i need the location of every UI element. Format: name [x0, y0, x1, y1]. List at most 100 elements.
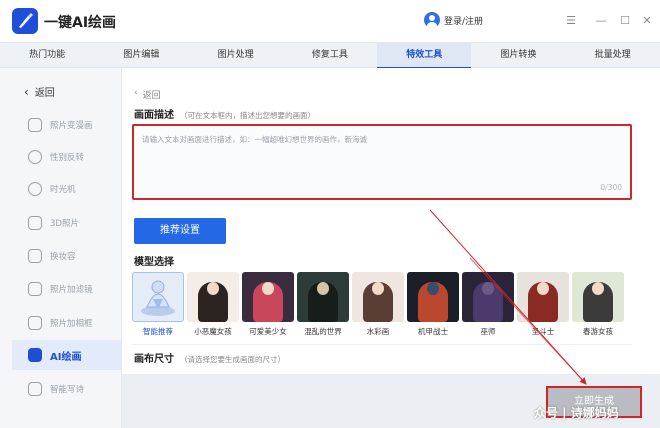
sidebar-item-label: 照片加相框: [50, 319, 93, 329]
model-thumbnail: [462, 272, 514, 322]
model-name: 小恶魔女孩: [194, 327, 232, 336]
sidebar-item-label: 时光机: [50, 185, 76, 195]
3d-photo-icon: [28, 216, 42, 230]
portrait-face: [427, 282, 439, 295]
model-card-saint-warrior[interactable]: 圣斗士: [517, 272, 569, 340]
ai-paint-icon: [28, 348, 42, 362]
filter-icon: [28, 282, 42, 296]
model-thumbnail: [187, 272, 239, 322]
portrait-face: [262, 282, 274, 295]
sidebar-item-photo-to-comic[interactable]: 照片变漫画: [12, 110, 122, 140]
model-card-little-devil-girl[interactable]: 小恶魔女孩: [187, 272, 239, 340]
model-name: 圣斗士: [531, 327, 555, 336]
portrait-face: [592, 282, 604, 295]
tab-effects-tools[interactable]: 特效工具: [377, 43, 472, 69]
tab-image-process[interactable]: 图片处理: [189, 43, 283, 69]
sidebar-item-label: AI绘画: [50, 351, 82, 363]
description-hint: （可在文本框内，描述出您想要的画面）: [180, 111, 315, 120]
tab-repair-tools[interactable]: 修复工具: [283, 43, 377, 69]
char-counter: 0/300: [600, 183, 622, 192]
portrait-face: [317, 282, 329, 295]
app-title: 一键AI绘画: [44, 15, 117, 31]
login-link[interactable]: 登录/注册: [424, 12, 483, 28]
maximize-icon[interactable]: ☐: [618, 14, 632, 28]
model-section-title: 模型选择: [134, 257, 174, 268]
model-card-spring-outing-girl[interactable]: 春游女孩: [572, 272, 624, 340]
model-thumbnail: [352, 272, 404, 322]
portrait-face: [207, 282, 219, 295]
login-label: 登录/注册: [444, 16, 484, 27]
sidebar-item-ai-paint[interactable]: AI绘画: [12, 340, 122, 370]
model-thumbnail: [242, 272, 294, 322]
canvas-section-title: 画布尺寸 （请选择您要生成画面的尺寸）: [134, 350, 285, 365]
sidebar-item-gender-swap[interactable]: 性别反转: [12, 142, 122, 172]
main-back-label: 返回: [142, 91, 161, 101]
model-card-chaotic-world[interactable]: 混乱的世界: [297, 272, 349, 340]
model-name: 智能推荐: [143, 327, 173, 336]
portrait-face: [482, 282, 494, 295]
sidebar-item-label: 照片加滤镜: [50, 285, 93, 295]
app-logo-icon: [12, 8, 38, 34]
portrait-face: [372, 282, 384, 295]
description-section-title: 画面描述 （可在文本框内，描述出您想要的画面）: [134, 106, 315, 121]
model-name: 水彩画: [366, 327, 390, 336]
main-tabs: 热门功能 图片编辑 图片处理 修复工具 特效工具 图片转换 批量处理: [0, 42, 660, 69]
description-title: 画面描述: [134, 110, 174, 121]
model-name: 巫师: [480, 327, 496, 336]
photo-to-comic-icon: [28, 118, 42, 132]
close-icon[interactable]: ✕: [640, 14, 654, 28]
sidebar-item-time-machine[interactable]: 时光机: [12, 174, 122, 204]
model-thumbnail: [572, 272, 624, 322]
sidebar-back-button[interactable]: ‹ 返回: [24, 84, 55, 100]
smart-recommend-icon: [141, 280, 175, 316]
model-thumbnail: [132, 272, 184, 322]
chevron-left-icon: ‹: [134, 88, 138, 98]
avatar-icon: [424, 12, 440, 28]
section-divider: [132, 344, 632, 345]
sidebar-item-frame[interactable]: 照片加相框: [12, 308, 122, 338]
sidebar-back-label: 返回: [34, 88, 55, 99]
minimize-icon[interactable]: —: [594, 14, 608, 28]
watermark-text: 众号 | 诗娜妈妈: [534, 406, 619, 420]
tab-image-convert[interactable]: 图片转换: [471, 43, 565, 69]
model-list: 智能推荐 小恶魔女孩 可爱美少女 混乱的世界 水彩画 机甲战士 巫师 圣斗士 春…: [132, 272, 630, 340]
sidebar-item-3d-photo[interactable]: 3D照片: [12, 208, 122, 238]
description-textarea[interactable]: 请输入文本对画面进行描述，如：一幅超唯幻想世界的画作，新海诚 0/300: [132, 124, 632, 200]
recommend-settings-button[interactable]: 推荐设置: [134, 218, 226, 244]
sidebar-item-label: 照片变漫画: [50, 121, 93, 131]
chevron-left-icon: ‹: [24, 84, 29, 99]
model-card-watercolor[interactable]: 水彩画: [352, 272, 404, 340]
sidebar-item-makeup[interactable]: 换妆容: [12, 241, 122, 271]
model-thumbnail: [297, 272, 349, 322]
gender-swap-icon: [28, 150, 42, 164]
main-back-button[interactable]: ‹ 返回: [134, 88, 161, 101]
poem-icon: [28, 382, 42, 396]
tab-hot[interactable]: 热门功能: [0, 43, 94, 69]
makeup-icon: [28, 249, 42, 263]
tab-image-edit[interactable]: 图片编辑: [94, 43, 188, 69]
sidebar-item-poem[interactable]: 智能写诗: [12, 374, 122, 404]
model-name: 机甲战士: [418, 327, 448, 336]
menu-icon[interactable]: ☰: [564, 14, 578, 28]
model-thumbnail: [517, 272, 569, 322]
portrait-face: [537, 282, 549, 295]
sidebar-item-label: 换妆容: [50, 252, 76, 262]
sidebar: ‹ 返回 照片变漫画 性别反转 时光机 3D照片 换妆容 照片加滤镜 照片加相框…: [0, 68, 122, 428]
sidebar-item-label: 性别反转: [50, 153, 85, 163]
model-name: 可爱美少女: [249, 327, 287, 336]
sidebar-item-label: 3D照片: [50, 219, 79, 229]
model-name: 春游女孩: [583, 327, 613, 336]
sidebar-item-label: 智能写诗: [50, 385, 85, 395]
frame-icon: [28, 316, 42, 330]
title-bar: 一键AI绘画 登录/注册 ☰ — ☐ ✕: [0, 0, 660, 42]
model-thumbnail: [407, 272, 459, 322]
canvas-title: 画布尺寸: [134, 354, 174, 365]
time-machine-icon: [28, 182, 42, 196]
sidebar-item-filter[interactable]: 照片加滤镜: [12, 274, 122, 304]
model-card-cute-girl[interactable]: 可爱美少女: [242, 272, 294, 340]
tab-batch-process[interactable]: 批量处理: [566, 43, 660, 69]
model-card-smart[interactable]: 智能推荐: [132, 272, 184, 340]
model-card-mecha-warrior[interactable]: 机甲战士: [407, 272, 459, 340]
model-card-wizard[interactable]: 巫师: [462, 272, 514, 340]
description-placeholder: 请输入文本对画面进行描述，如：一幅超唯幻想世界的画作，新海诚: [142, 135, 367, 144]
